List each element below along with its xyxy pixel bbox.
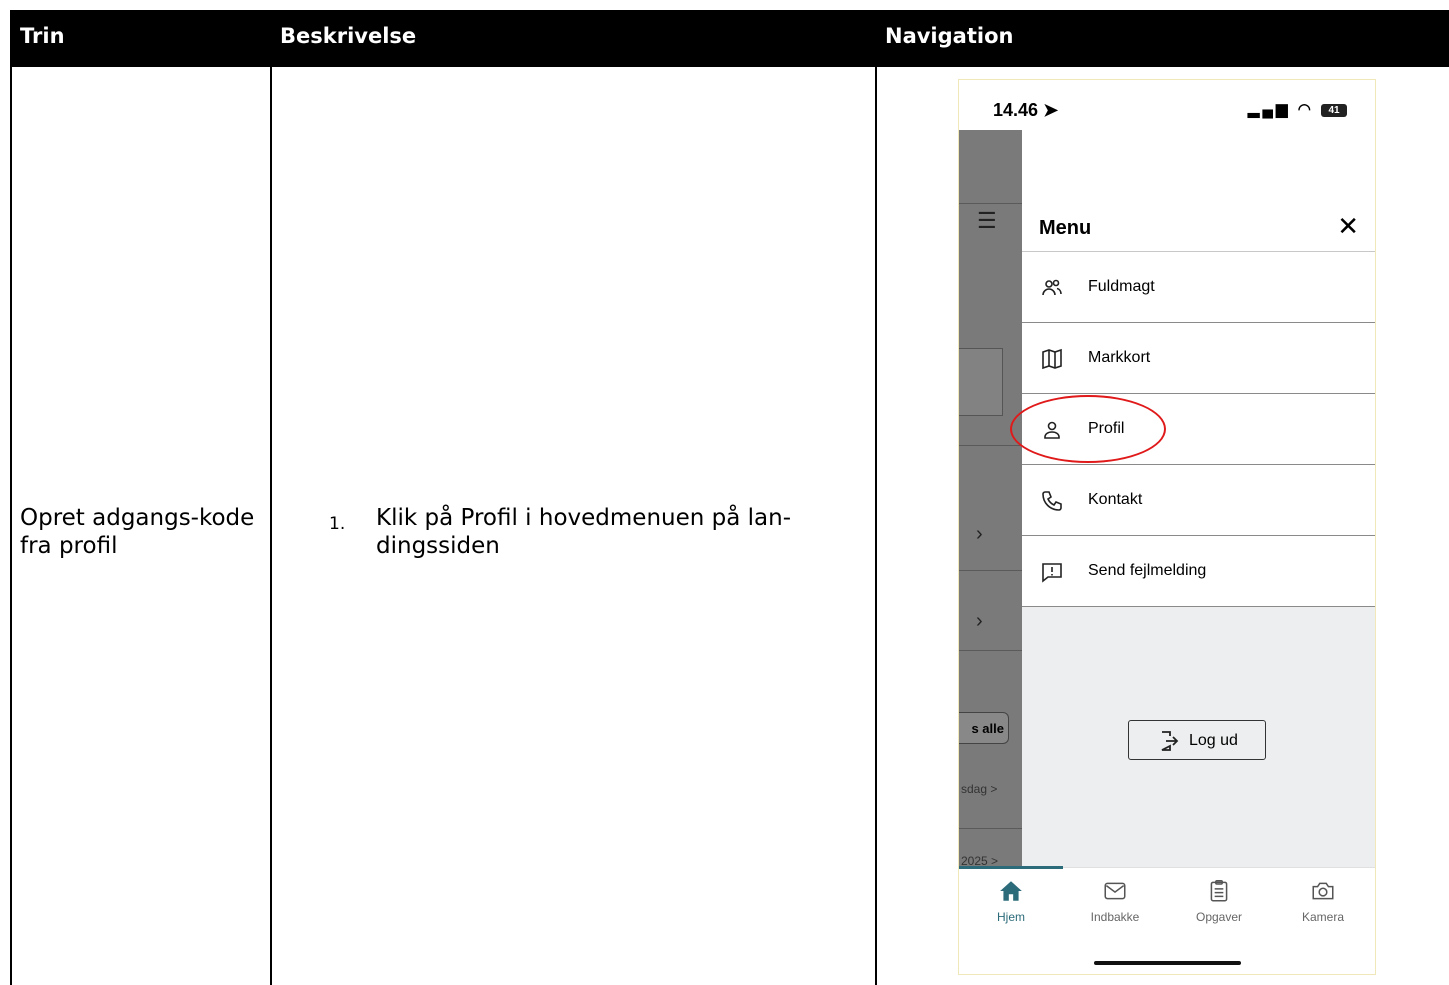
- tab-opgaver[interactable]: Opgaver: [1167, 878, 1271, 924]
- chevron-right-icon: ›: [976, 523, 983, 545]
- people-icon: [1042, 279, 1062, 296]
- menu-item-fuldmagt[interactable]: Fuldmagt: [1022, 252, 1375, 323]
- column-divider: [270, 67, 272, 985]
- clipboard-icon: [1210, 879, 1228, 902]
- status-icons: ▂▄▆ ◠ 41: [1248, 100, 1347, 118]
- column-divider: [875, 67, 877, 985]
- background-list-text: sdag >: [961, 782, 998, 796]
- column-divider: [10, 67, 12, 985]
- profil-highlight-circle: [1010, 395, 1166, 463]
- tab-hjem[interactable]: Hjem: [959, 878, 1063, 924]
- menu-item-label: Kontakt: [1088, 491, 1143, 508]
- tab-label: Opgaver: [1195, 910, 1243, 924]
- divider: [959, 828, 1022, 829]
- hamburger-icon[interactable]: ☰: [977, 208, 997, 234]
- home-icon: [1000, 881, 1022, 901]
- menu-item-label: Send fejlmelding: [1088, 562, 1207, 579]
- header-navigation: Navigation: [885, 24, 1014, 48]
- bottom-tab-bar: Hjem Indbakke Opgaver Kamera: [959, 866, 1375, 974]
- divider: [959, 203, 1022, 204]
- wifi-icon: ◠: [1297, 101, 1314, 118]
- menu-header: Menu ✕: [1022, 203, 1375, 252]
- menu-item-kontakt[interactable]: Kontakt: [1022, 465, 1375, 536]
- table-header: Trin Beskrivelse Navigation: [10, 10, 1449, 67]
- tab-kamera[interactable]: Kamera: [1271, 878, 1375, 924]
- mail-icon: [1104, 882, 1126, 900]
- tab-label: Indbakke: [1090, 910, 1140, 924]
- status-time: 14.46 ➤: [993, 100, 1059, 120]
- menu-item-send-fejlmelding[interactable]: Send fejlmelding: [1022, 536, 1375, 607]
- show-all-button[interactable]: s alle: [959, 712, 1009, 744]
- active-tab-indicator: [959, 866, 1063, 869]
- tab-indbakke[interactable]: Indbakke: [1063, 878, 1167, 924]
- logout-label: Log ud: [1189, 732, 1238, 749]
- divider: [959, 650, 1022, 651]
- header-trin: Trin: [20, 24, 65, 48]
- divider: [959, 445, 1022, 446]
- signal-icon: ▂▄▆: [1247, 101, 1291, 118]
- menu-item-label: Markkort: [1088, 349, 1151, 366]
- map-icon: [1042, 348, 1062, 370]
- chevron-right-icon: ›: [976, 610, 983, 632]
- logout-button[interactable]: Log ud: [1128, 720, 1266, 760]
- divider: [959, 570, 1022, 571]
- menu-title: Menu: [1039, 217, 1092, 239]
- header-beskrivelse: Beskrivelse: [280, 24, 417, 48]
- phone-icon: [1042, 491, 1062, 511]
- home-indicator: [1094, 961, 1241, 965]
- alert-message-icon: [1042, 563, 1062, 583]
- logout-icon: [1161, 731, 1179, 751]
- close-icon[interactable]: ✕: [1337, 211, 1359, 242]
- step-instruction: Klik på Profil i hovedmenuen på lan-ding…: [376, 505, 791, 559]
- step-number: 1.: [329, 514, 346, 534]
- phone-screenshot: 14.46 ➤ ▂▄▆ ◠ 41 ☰ › › s alle sdag > 202…: [958, 79, 1376, 975]
- camera-icon: [1312, 882, 1334, 900]
- step-title: Opret adgangs-kode fra profil: [20, 505, 255, 559]
- dimmed-background-page[interactable]: ☰ › › s alle sdag > 2025 >: [959, 130, 1022, 870]
- location-arrow-icon: ➤: [1043, 100, 1059, 120]
- side-menu: Menu ✕ Fuldmagt Markkort Profil Kontakt …: [1022, 203, 1375, 870]
- battery-icon: 41: [1321, 103, 1347, 117]
- tab-label: Kamera: [1301, 910, 1345, 924]
- background-card: [959, 348, 1003, 416]
- menu-item-label: Fuldmagt: [1088, 278, 1155, 295]
- menu-item-markkort[interactable]: Markkort: [1022, 323, 1375, 394]
- tab-label: Hjem: [996, 910, 1025, 924]
